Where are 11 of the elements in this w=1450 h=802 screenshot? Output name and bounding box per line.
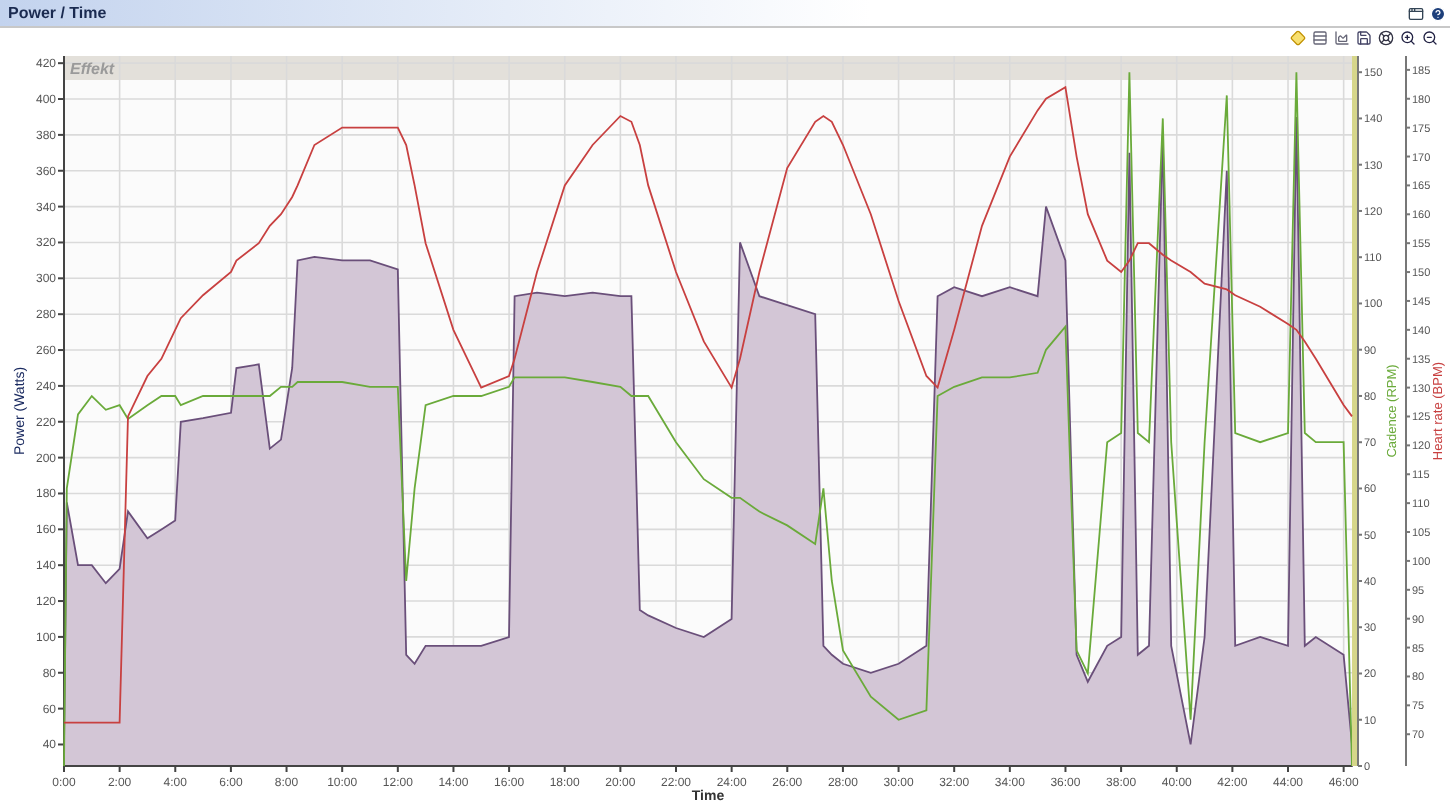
help-icon[interactable] bbox=[1430, 5, 1446, 21]
chart-icon[interactable] bbox=[1334, 30, 1350, 46]
diamond-icon[interactable] bbox=[1290, 30, 1306, 46]
save-icon[interactable] bbox=[1356, 30, 1372, 46]
zoom-in-icon[interactable] bbox=[1400, 30, 1416, 46]
panel-label: Effekt bbox=[70, 60, 115, 78]
window-title: Power / Time bbox=[8, 4, 107, 22]
list-icon[interactable] bbox=[1312, 30, 1328, 46]
zoom-out-icon[interactable] bbox=[1422, 30, 1438, 46]
ring-icon[interactable] bbox=[1378, 30, 1394, 46]
window-icon[interactable] bbox=[1408, 5, 1424, 21]
